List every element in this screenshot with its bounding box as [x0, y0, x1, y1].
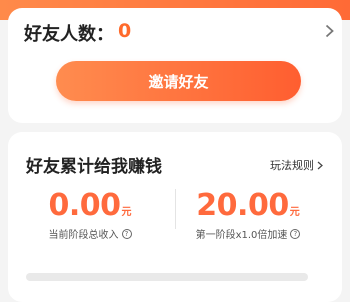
total-income-value: 0.00 — [48, 188, 121, 223]
stage-progress-track — [26, 273, 308, 281]
total-income-caption: 当前阶段总收入 — [48, 230, 119, 241]
stage-bonus-value: 20.00 — [196, 188, 289, 223]
total-income-unit: 元 — [121, 207, 132, 218]
friends-count-label: 好友人数： — [24, 24, 114, 45]
total-income-stat: 0.00元 当前阶段总收入 ? — [10, 188, 170, 241]
rules-link-label: 玩法规则 — [270, 159, 314, 172]
stage-bonus-unit: 元 — [289, 207, 300, 218]
chevron-right-icon — [317, 161, 323, 169]
question-circle-icon[interactable]: ? — [121, 228, 132, 239]
earnings-title: 好友累计给我赚钱 — [26, 157, 162, 177]
stage-bonus-caption: 第一阶段x1.0倍加速 — [195, 230, 288, 241]
invite-friends-button[interactable]: 邀请好友 — [56, 61, 301, 101]
friends-count-value: 0 — [118, 20, 132, 42]
rules-link[interactable]: 玩法规则 — [270, 157, 323, 173]
stage-bonus-stat: 20.00元 第一阶段x1.0倍加速 ? — [168, 188, 328, 241]
question-circle-icon[interactable]: ? — [290, 228, 301, 239]
chevron-right-icon[interactable] — [325, 24, 334, 38]
